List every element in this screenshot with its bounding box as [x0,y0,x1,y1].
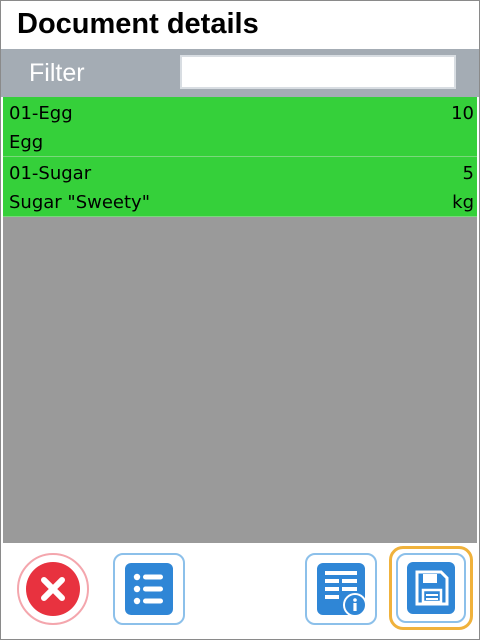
item-unit: kg [452,192,474,213]
bottom-toolbar [1,543,479,639]
list-item[interactable]: 01-Egg 10 Egg [3,97,477,157]
floppy-disk-icon [407,562,455,614]
save-button[interactable] [389,546,473,630]
item-name: Egg [9,132,44,153]
filter-input[interactable] [180,55,456,89]
document-info-icon [317,563,367,617]
cancel-button[interactable] [17,553,89,625]
close-icon [26,562,80,616]
save-button-inner [396,553,466,623]
item-quantity: 5 [462,163,474,184]
filter-bar: Filter [1,49,479,97]
list-button[interactable] [113,553,185,625]
item-quantity: 10 [451,103,474,124]
document-items-list[interactable]: 01-Egg 10 Egg 01-Sugar 5 Sugar "Sweety" … [3,97,477,543]
header: Document details [1,1,479,49]
item-name: Sugar "Sweety" [9,192,150,213]
list-icon [125,563,173,615]
document-info-button[interactable] [305,553,377,625]
item-code: 01-Egg [9,103,73,124]
list-item[interactable]: 01-Sugar 5 Sugar "Sweety" kg [3,157,477,217]
filter-label: Filter [29,59,85,87]
page-title: Document details [17,8,259,40]
item-code: 01-Sugar [9,163,92,184]
